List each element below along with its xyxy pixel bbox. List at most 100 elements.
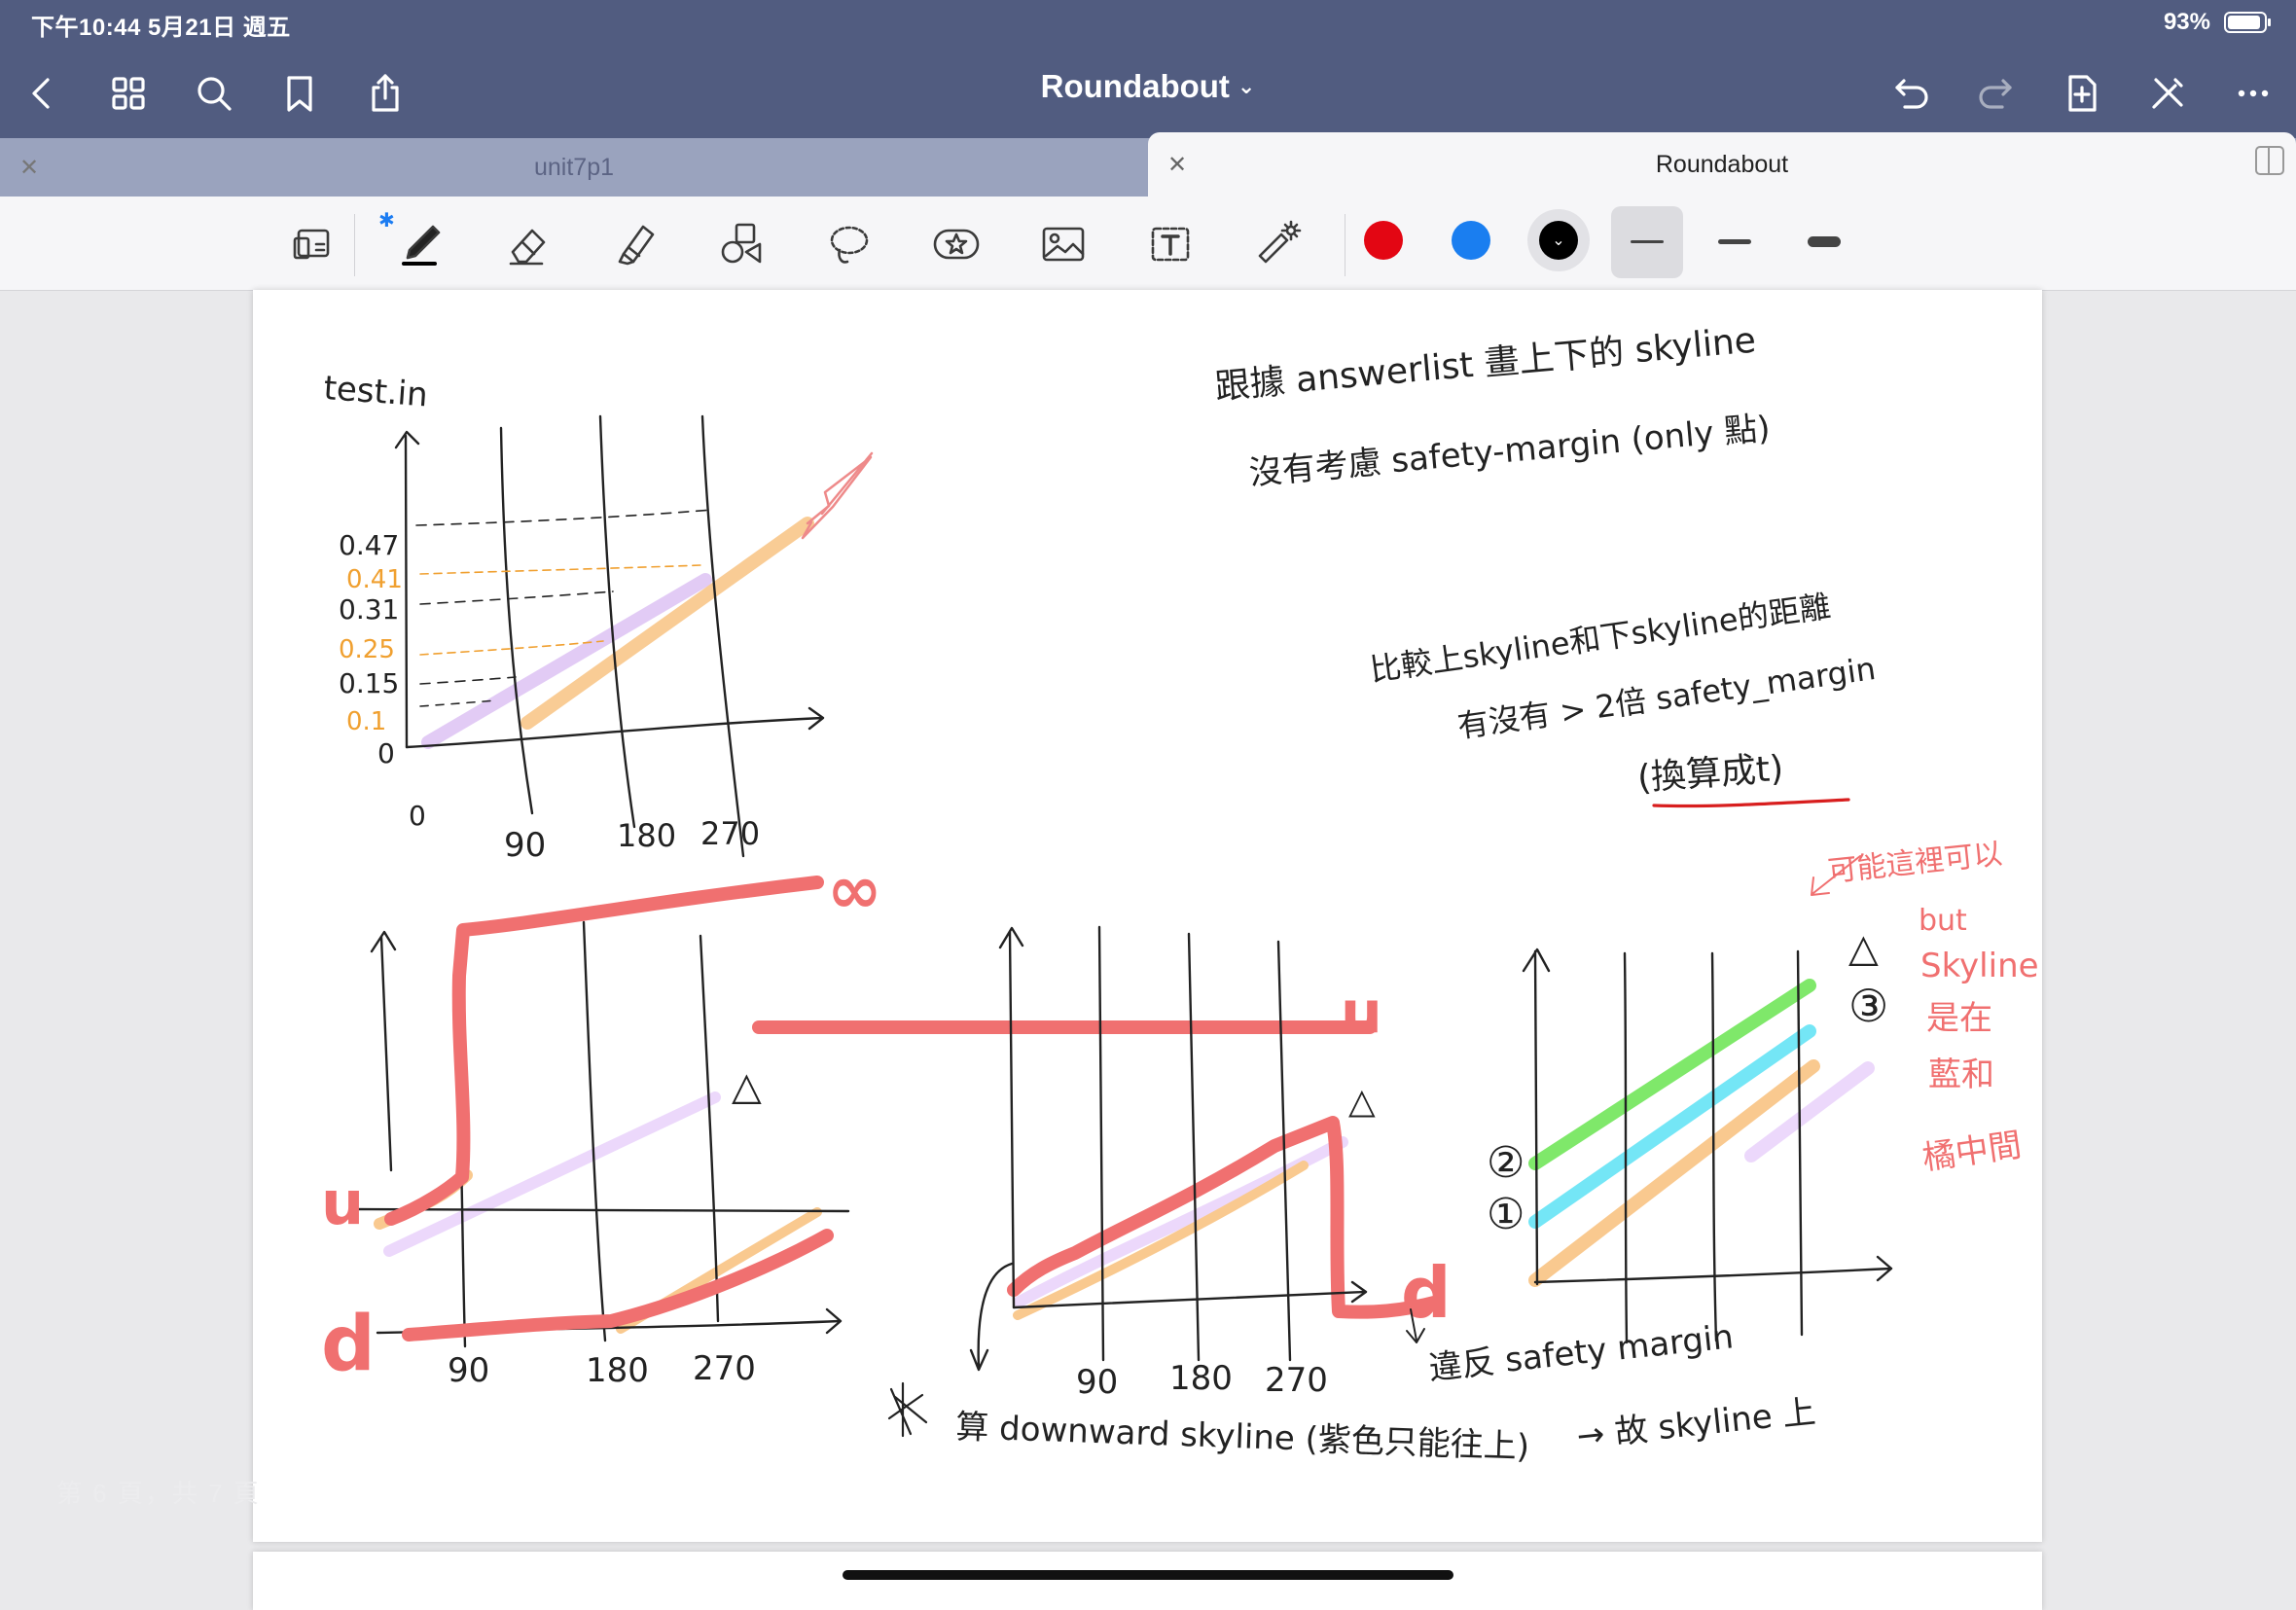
ytick-047: 0.47 bbox=[339, 529, 399, 561]
color-red-swatch[interactable] bbox=[1364, 221, 1403, 260]
side-note-6: 橘中間 bbox=[1920, 1126, 2025, 1178]
bl-xtick-180: 180 bbox=[586, 1351, 649, 1390]
label-u-middle: u bbox=[1341, 979, 1382, 1047]
eraser-icon bbox=[509, 229, 546, 266]
shapes-icon bbox=[721, 223, 762, 264]
color-black-swatch-selected[interactable]: ⌄ bbox=[1527, 209, 1590, 271]
stroke-thin[interactable] bbox=[1631, 240, 1664, 243]
side-note-1: 可能這裡可以 bbox=[1826, 837, 2004, 889]
page-thumbnail-icon bbox=[293, 229, 330, 260]
note-mid-line3: (換算成t) bbox=[1636, 749, 1785, 799]
pencil-off-icon bbox=[2152, 78, 2183, 109]
pen-tool[interactable] bbox=[391, 214, 451, 274]
note-top-line1: 跟據 answerlist 畫上下的 skyline bbox=[1213, 321, 1757, 408]
label-circle-3: ③ bbox=[1848, 980, 1888, 1032]
bl-xtick-270: 270 bbox=[693, 1349, 756, 1388]
label-u-left: u bbox=[321, 1167, 364, 1238]
image-tool[interactable] bbox=[1033, 214, 1094, 274]
undo-icon bbox=[1895, 79, 1928, 109]
battery-percent: 93% bbox=[2163, 9, 2210, 35]
label-triangle-1: △ bbox=[732, 1064, 762, 1109]
more-icon bbox=[2238, 89, 2269, 97]
nav-bar: Roundabout ⌄ bbox=[0, 45, 2296, 138]
battery-fill bbox=[2228, 16, 2260, 29]
sticker-icon bbox=[933, 229, 980, 260]
side-note-4: 是在 bbox=[1926, 999, 1992, 1038]
xtick-0: 0 bbox=[409, 800, 426, 832]
pen-icon bbox=[402, 225, 441, 266]
label-triangle-2: △ bbox=[1348, 1082, 1376, 1122]
chevron-down-icon: ⌄ bbox=[1539, 221, 1578, 260]
highlighter-tool[interactable] bbox=[605, 214, 665, 274]
status-time: 下午10:44 5月21日 週五 bbox=[31, 15, 291, 41]
pen-toggle-button[interactable] bbox=[2140, 66, 2195, 121]
test-file-label: test.in bbox=[322, 369, 429, 414]
xtick-180: 180 bbox=[617, 817, 676, 854]
add-page-button[interactable] bbox=[2055, 66, 2109, 121]
xtick-90: 90 bbox=[504, 826, 546, 865]
xtick-270: 270 bbox=[700, 815, 760, 852]
close-icon[interactable]: ✕ bbox=[1167, 151, 1187, 179]
tab-roundabout[interactable]: ✕ Roundabout bbox=[1148, 132, 2296, 197]
page-indicator: 第 6 頁，共 7 頁 bbox=[56, 1479, 261, 1508]
tab-label: unit7p1 bbox=[533, 153, 615, 181]
handwriting-canvas: u d ∞ △ u d △ △ ③ ② ① test.in 0.47 0.41 … bbox=[321, 321, 2039, 1467]
image-icon bbox=[1042, 227, 1085, 262]
note-so-skyline-up: → 故 skyline 上 bbox=[1575, 1392, 1817, 1456]
lasso-icon bbox=[830, 226, 869, 264]
label-infinity: ∞ bbox=[827, 852, 882, 929]
battery-icon bbox=[2224, 12, 2271, 33]
page-thumbnail-tool[interactable] bbox=[282, 214, 342, 274]
redo-button[interactable] bbox=[1969, 66, 2024, 121]
highlighter-icon bbox=[618, 225, 655, 266]
ytick-01: 0.1 bbox=[346, 707, 386, 736]
split-view-icon[interactable] bbox=[2255, 146, 2284, 175]
shapes-tool[interactable] bbox=[712, 214, 772, 274]
close-icon[interactable]: ✕ bbox=[19, 154, 39, 182]
note-violate-margin: 違反 safety margin bbox=[1427, 1317, 1736, 1388]
label-triangle-3: △ bbox=[1848, 926, 1879, 971]
ytick-0: 0 bbox=[377, 737, 395, 769]
tab-bar: ✕ unit7p1 ✕ Roundabout bbox=[0, 132, 2296, 197]
bm-xtick-180: 180 bbox=[1169, 1359, 1233, 1398]
ytick-031: 0.31 bbox=[339, 593, 399, 626]
tab-label: Roundabout bbox=[1655, 150, 1789, 178]
label-d-middle: d bbox=[1401, 1252, 1452, 1334]
stroke-medium[interactable] bbox=[1718, 239, 1751, 244]
tab-unit7p1[interactable]: ✕ unit7p1 bbox=[0, 138, 1148, 197]
bm-xtick-90: 90 bbox=[1076, 1363, 1118, 1402]
chevron-down-icon: ⌄ bbox=[1237, 74, 1256, 98]
lasso-tool[interactable] bbox=[819, 214, 879, 274]
document-title-text: Roundabout bbox=[1040, 68, 1230, 104]
more-button[interactable] bbox=[2226, 66, 2280, 121]
ytick-025: 0.25 bbox=[339, 635, 395, 664]
note-downward-skyline: 算 downward skyline (紫色只能往上) bbox=[955, 1408, 1530, 1467]
side-note-3: Skyline bbox=[1920, 947, 2039, 985]
ytick-015: 0.15 bbox=[339, 667, 399, 699]
text-tool[interactable] bbox=[1140, 214, 1201, 274]
laser-pointer-icon bbox=[1258, 220, 1302, 264]
side-note-5: 藍和 bbox=[1928, 1055, 1994, 1094]
status-bar: 下午10:44 5月21日 週五 93% bbox=[0, 0, 2296, 45]
label-circle-2: ② bbox=[1487, 1138, 1525, 1188]
eraser-tool[interactable] bbox=[498, 214, 558, 274]
label-circle-1: ① bbox=[1487, 1190, 1525, 1239]
note-top-line2: 沒有考慮 safety-margin (only 點) bbox=[1247, 409, 1772, 493]
document-title[interactable]: Roundabout ⌄ bbox=[0, 68, 2296, 105]
next-page bbox=[253, 1552, 2042, 1610]
stroke-thick[interactable] bbox=[1808, 236, 1841, 247]
bl-xtick-90: 90 bbox=[448, 1351, 489, 1390]
drawing-toolbar: ✱ bbox=[0, 197, 2296, 291]
ytick-041: 0.41 bbox=[346, 565, 403, 594]
label-d-left: d bbox=[321, 1301, 376, 1388]
sticker-tool[interactable] bbox=[926, 214, 987, 274]
text-box-icon bbox=[1151, 227, 1190, 262]
side-note-2: but bbox=[1919, 904, 1967, 938]
undo-button[interactable] bbox=[1883, 66, 1938, 121]
laser-pointer-tool[interactable] bbox=[1247, 214, 1308, 274]
color-blue-swatch[interactable] bbox=[1452, 221, 1490, 260]
home-indicator[interactable] bbox=[843, 1570, 1453, 1580]
bm-xtick-270: 270 bbox=[1265, 1361, 1328, 1400]
redo-icon bbox=[1979, 79, 2012, 109]
notes-page[interactable]: u d ∞ △ u d △ △ ③ ② ① test.in 0.47 0.41 … bbox=[253, 290, 2042, 1542]
